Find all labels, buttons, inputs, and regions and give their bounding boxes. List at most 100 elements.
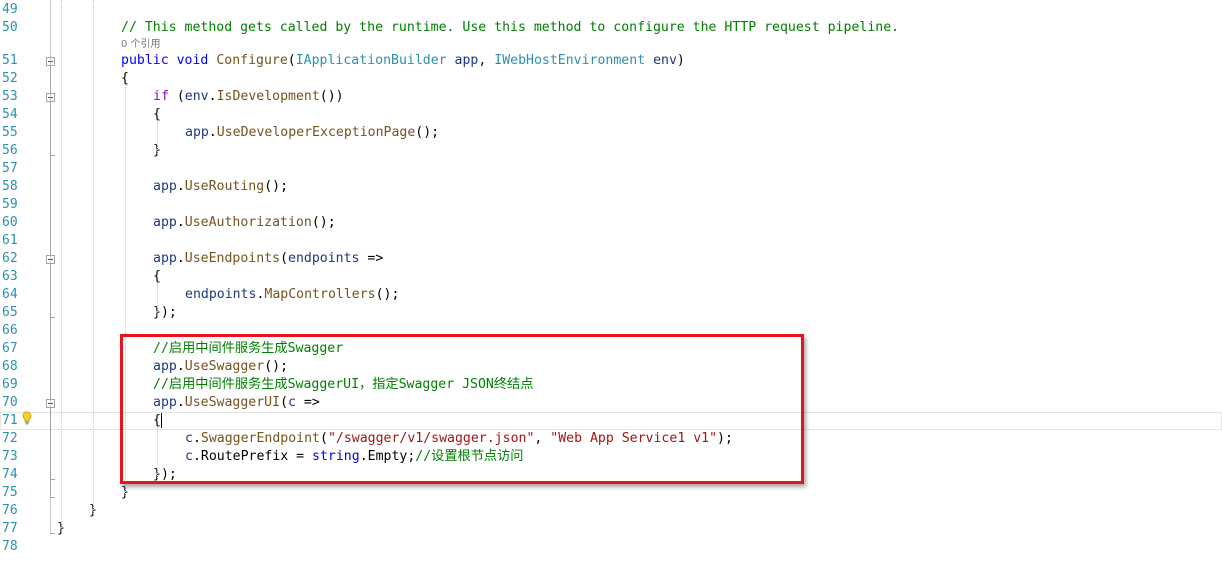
code-text: endpoints.MapControllers(); [185,286,399,304]
code-text: if (env.IsDevelopment()) [153,88,344,106]
line-number: 53 [2,89,18,104]
code-line[interactable]: 78 [0,538,1222,556]
code-token-method: UseRouting [184,179,265,194]
line-number: 65 [2,305,18,320]
code-line[interactable]: 58 app.UseRouting(); [0,178,1222,196]
line-number: 57 [2,161,18,176]
indent-guide [61,0,62,534]
line-number: 73 [2,449,18,464]
code-token-param: endpoints [288,251,360,266]
line-number: 71 [2,413,18,428]
codelens-references[interactable]: 0 个引用 [121,39,161,51]
code-token-punct: . [208,125,217,140]
code-token-param: app [153,215,177,230]
line-number: 54 [2,107,18,122]
code-line[interactable]: 75} [0,484,1222,502]
code-line[interactable]: 53 if (env.IsDevelopment()) [0,88,1222,106]
code-token-keyword: public [121,53,169,68]
code-token-param: env [184,89,209,104]
line-number: 49 [2,2,18,17]
code-text: app.UseEndpoints(endpoints => [153,250,383,268]
code-text: app.UseAuthorization(); [153,214,336,232]
line-number: 63 [2,269,18,284]
line-number: 72 [2,431,18,446]
line-number: 56 [2,143,18,158]
indent-guide [157,282,158,318]
line-number: 64 [2,287,18,302]
code-token-punct: . [176,179,185,194]
line-number: 74 [2,467,18,482]
code-token-punct: (); [415,125,440,140]
code-token-punct: . [176,251,185,266]
code-token-param: endpoints [185,287,257,302]
code-text: app.UseRouting(); [153,178,288,196]
code-token-punct: (); [375,287,400,302]
code-token-param: app [454,53,479,68]
code-token-punct: (); [311,215,336,230]
code-token-type: IWebHostEnvironment [494,53,646,68]
code-text: app.UseDeveloperExceptionPage(); [185,124,439,142]
code-token-type: IApplicationBuilder [295,53,447,68]
code-token-control: if [153,89,169,104]
fold-end-tick [50,533,55,534]
code-line[interactable]: 65}); [0,304,1222,322]
code-token-punct [169,53,177,68]
code-line[interactable]: 52{ [0,70,1222,88]
line-number: 52 [2,71,18,86]
outer-fold-guide [50,0,51,534]
line-number: 75 [2,485,18,500]
line-number: 61 [2,233,18,248]
code-token-punct [645,53,653,68]
code-token-method: UseDeveloperExceptionPage [216,125,416,140]
code-line[interactable]: 62 app.UseEndpoints(endpoints => [0,250,1222,268]
line-number: 62 [2,251,18,266]
code-text: // This method gets called by the runtim… [121,19,899,37]
code-token-punct: . [176,215,185,230]
line-number: 70 [2,395,18,410]
code-token-punct: (); [264,179,289,194]
indent-guide [93,0,94,516]
code-token-param: app [153,251,177,266]
code-token-param: env [653,53,677,68]
code-token-punct: => [359,251,384,266]
line-number: 55 [2,125,18,140]
code-line[interactable]: 63{ [0,268,1222,286]
code-line[interactable]: 55 app.UseDeveloperExceptionPage(); [0,124,1222,142]
indent-guide [157,120,158,156]
code-token-punct: . [208,89,217,104]
code-text: public void Configure(IApplicationBuilde… [121,52,685,70]
line-number: 50 [2,20,18,35]
code-editor[interactable]: 49 50 // This method gets called by the ru… [0,0,1222,562]
code-line[interactable]: 61 [0,232,1222,250]
code-token-punct: ( [168,89,185,104]
code-token-punct: ) [676,53,685,68]
code-token-param: app [153,179,177,194]
code-line[interactable]: 56} [0,142,1222,160]
code-line[interactable]: 51 public void Configure(IApplicationBuil… [0,52,1222,70]
line-number: 69 [2,377,18,392]
line-number: 66 [2,323,18,338]
code-token-method: IsDevelopment [216,89,320,104]
line-number: 51 [2,53,18,68]
lightbulb-icon[interactable] [22,411,32,425]
line-number: 67 [2,341,18,356]
code-token-method: Configure [216,53,288,68]
line-number: 59 [2,197,18,212]
code-line[interactable]: 59 [0,196,1222,214]
code-line[interactable]: 76} [0,502,1222,520]
code-token-param: app [185,125,209,140]
code-line[interactable]: 77} [0,520,1222,538]
code-line[interactable]: 49 [0,1,1222,19]
code-line[interactable]: 57 [0,160,1222,178]
code-line[interactable]: 50 // This method gets called by the runt… [0,19,1222,37]
code-token-method: UseAuthorization [184,215,312,230]
line-number: 76 [2,503,18,518]
code-line[interactable]: 60 app.UseAuthorization(); [0,214,1222,232]
line-number: 77 [2,521,18,536]
code-line[interactable]: 64 endpoints.MapControllers(); [0,286,1222,304]
code-token-comment: // This method gets called by the runtim… [121,20,900,35]
line-number: 58 [2,179,18,194]
code-line[interactable]: 54{ [0,106,1222,124]
code-token-method: UseEndpoints [184,251,281,266]
code-token-punct: , [478,53,495,68]
